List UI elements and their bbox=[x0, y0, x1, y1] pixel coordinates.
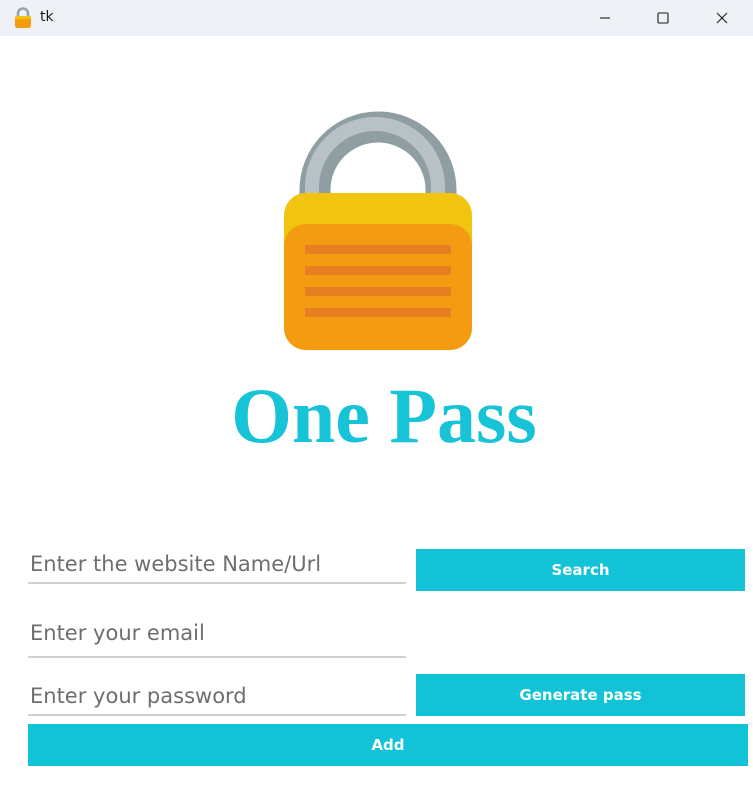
close-button[interactable] bbox=[693, 0, 751, 36]
add-button[interactable]: Add bbox=[28, 724, 748, 766]
padlock-icon bbox=[284, 111, 472, 350]
password-input[interactable] bbox=[28, 678, 406, 716]
email-input[interactable] bbox=[28, 610, 406, 658]
website-input[interactable] bbox=[28, 546, 406, 584]
lock-icon bbox=[15, 7, 31, 28]
close-icon bbox=[716, 12, 728, 24]
minimize-icon bbox=[600, 17, 610, 19]
minimize-button[interactable] bbox=[576, 0, 634, 36]
window-titlebar: tk bbox=[0, 0, 753, 36]
maximize-button[interactable] bbox=[634, 0, 692, 36]
window-title: tk bbox=[40, 9, 54, 25]
app-brand-title: One Pass bbox=[231, 372, 537, 459]
maximize-icon bbox=[657, 12, 669, 24]
generate-password-button[interactable]: Generate pass bbox=[416, 674, 745, 716]
search-button[interactable]: Search bbox=[416, 549, 745, 591]
